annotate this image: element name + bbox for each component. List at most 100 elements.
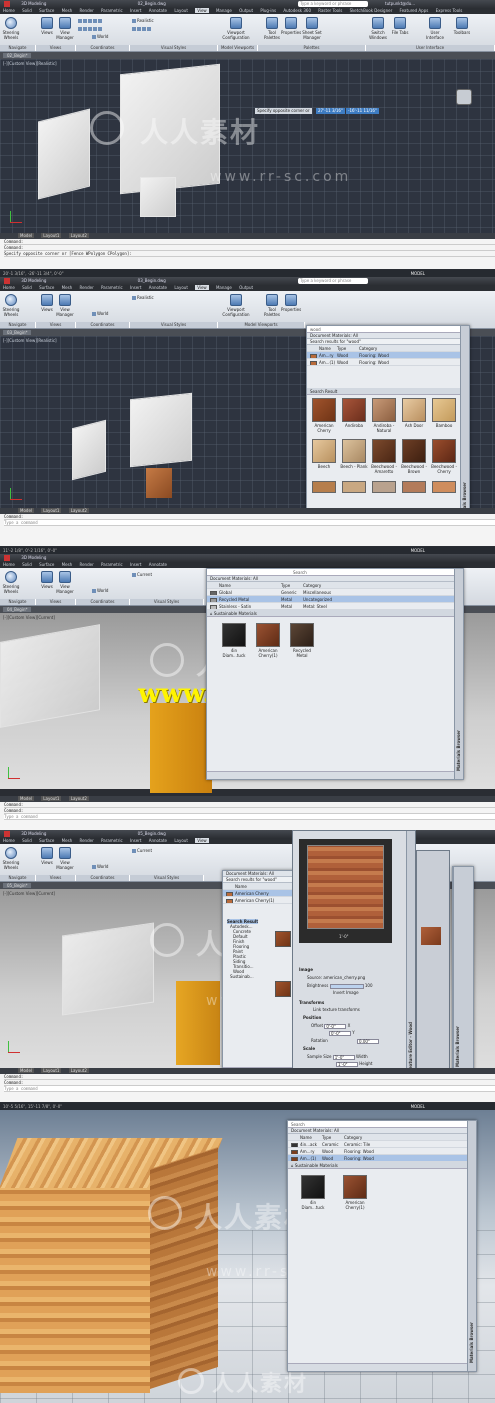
tab-model[interactable]: Model xyxy=(18,233,35,238)
viewport-label[interactable]: [-][Custom View][Current] xyxy=(3,891,55,896)
visual-style-select[interactable]: Current xyxy=(132,848,152,853)
sheet-set-manager-button[interactable]: Sheet Set Manager xyxy=(300,16,324,40)
materials-browser-titlebar[interactable]: Materials Browser xyxy=(467,1121,476,1371)
tab-parametric[interactable]: Parametric xyxy=(101,8,123,13)
autocad-logo-icon[interactable] xyxy=(4,278,10,284)
browser-footer-toolbar[interactable] xyxy=(288,1363,469,1371)
material-row[interactable]: Am...ry Wood Flooring: Wood xyxy=(307,352,469,359)
plane-object-small[interactable] xyxy=(72,419,106,481)
tab-layout1[interactable]: Layout1 xyxy=(41,796,62,801)
tab-autodesk360[interactable]: Autodesk 360 xyxy=(283,8,311,13)
link-transforms-checkbox[interactable]: Link texture transforms xyxy=(313,1007,360,1012)
tab-home[interactable]: Home xyxy=(3,285,15,290)
viewport-label[interactable]: [-][Custom View][Realistic] xyxy=(3,61,57,66)
tab-raster-tools[interactable]: Raster Tools xyxy=(318,8,342,13)
tab-layout[interactable]: Layout xyxy=(174,838,188,843)
material-row[interactable]: Am...(1) Wood Flooring: Wood xyxy=(288,1155,476,1162)
command-line-input[interactable]: Specify opposite corner or [Fence WPolyg… xyxy=(4,251,495,257)
tab-manage[interactable]: Manage xyxy=(216,8,232,13)
ucs-world-select[interactable]: World xyxy=(92,311,108,316)
section-position[interactable]: Position xyxy=(303,1015,321,1020)
tab-model[interactable]: Model xyxy=(18,508,35,513)
doc-tab[interactable]: 03_Begin* xyxy=(3,330,32,335)
tab-home[interactable]: Home xyxy=(3,562,15,567)
workspace-name[interactable]: 3D Modeling xyxy=(21,1,46,6)
swatch-unnamed[interactable] xyxy=(399,481,429,494)
tree-item[interactable]: Sustainab... xyxy=(227,974,258,979)
rotation-input[interactable]: 0.00° xyxy=(357,1038,380,1044)
viewport-label[interactable]: [-][Custom View][Realistic] xyxy=(3,338,57,343)
properties-button[interactable]: Properties xyxy=(281,16,301,40)
swatch-beech[interactable]: Beech xyxy=(309,439,339,469)
tab-insert[interactable]: Insert xyxy=(130,838,141,843)
column-category[interactable]: Category xyxy=(344,1134,362,1140)
user-interface-button[interactable]: User Interface xyxy=(425,16,445,40)
tab-layout1[interactable]: Layout1 xyxy=(41,508,62,513)
view-manager-button[interactable]: View Manager xyxy=(55,293,75,317)
file-tabs-button[interactable]: File Tabs xyxy=(390,16,410,40)
coord-y-input[interactable]: -16'-11 11/16" xyxy=(346,108,379,114)
ucs-world-select[interactable]: World xyxy=(92,588,108,593)
model-space-button[interactable]: MODEL xyxy=(411,270,425,277)
views-button[interactable]: Views xyxy=(37,293,57,317)
column-category[interactable]: Category xyxy=(359,345,377,351)
steering-wheels-button[interactable]: Steering Wheels xyxy=(1,846,21,870)
swatch-andiroba-natural[interactable]: Andiroba - Natural xyxy=(369,398,399,433)
tab-solid[interactable]: Solid xyxy=(22,838,32,843)
workspace-name[interactable]: 3D Modeling xyxy=(21,278,46,283)
swatch-unnamed[interactable] xyxy=(339,481,369,494)
swatch-american-cherry-1[interactable]: American Cherry(1) xyxy=(340,1175,370,1210)
swatch-andiroba[interactable]: Andiroba xyxy=(339,398,369,428)
material-row[interactable]: American Cherry xyxy=(223,890,297,897)
browser-footer-toolbar[interactable] xyxy=(207,771,456,779)
tab-manage[interactable]: Manage xyxy=(216,285,232,290)
swatch-american-cherry[interactable]: American Cherry xyxy=(309,398,339,433)
help-search-input[interactable]: Type a keyword or phrase xyxy=(298,278,368,284)
material-row[interactable]: 4in...ack Ceramic Ceramic: Tile xyxy=(288,1141,476,1148)
views-button[interactable]: Views xyxy=(37,16,57,40)
tab-view[interactable]: View xyxy=(195,8,209,13)
tab-insert[interactable]: Insert xyxy=(130,562,141,567)
section-scale[interactable]: Scale xyxy=(303,1046,315,1051)
tab-output[interactable]: Output xyxy=(239,8,253,13)
tab-solid[interactable]: Solid xyxy=(22,285,32,290)
plane-object-large[interactable] xyxy=(130,392,192,468)
materials-search-input[interactable]: Search xyxy=(288,1121,476,1128)
tab-parametric[interactable]: Parametric xyxy=(101,562,123,567)
tab-annotate[interactable]: Annotate xyxy=(149,562,167,567)
offset-y-input[interactable]: 0'-0" xyxy=(329,1030,351,1036)
width-input[interactable]: 1'-0" xyxy=(332,1054,355,1060)
steering-wheels-button[interactable]: Steering Wheels xyxy=(1,570,21,594)
rendered-wood-cube[interactable] xyxy=(0,1138,230,1398)
viewport-configuration-button[interactable]: Viewport Configuration xyxy=(222,16,250,40)
doc-tab[interactable]: 02_Begin* xyxy=(3,53,32,58)
ucs-icons-row[interactable] xyxy=(78,18,103,23)
viewport-3d[interactable]: [-][Custom View][Realistic] Specify oppo… xyxy=(0,59,495,233)
tab-output[interactable]: Output xyxy=(239,285,253,290)
tab-render[interactable]: Render xyxy=(79,8,93,13)
tab-annotate[interactable]: Annotate xyxy=(149,838,167,843)
invert-image-checkbox[interactable]: Invert Image xyxy=(333,990,359,995)
box-object[interactable] xyxy=(140,177,176,217)
brightness-slider[interactable] xyxy=(329,983,364,989)
tab-view[interactable]: View xyxy=(195,285,209,290)
switch-windows-button[interactable]: Switch Windows xyxy=(368,16,388,40)
tab-plugins[interactable]: Plug-ins xyxy=(260,8,276,13)
doc-tab[interactable]: 04_Begin* xyxy=(3,607,32,612)
column-type[interactable]: Type xyxy=(337,345,346,351)
views-button[interactable]: Views xyxy=(37,846,57,870)
plane-object-small[interactable] xyxy=(38,108,90,200)
library-header[interactable]: ⌂ Sustainable Materials xyxy=(207,610,463,617)
tab-solid[interactable]: Solid xyxy=(22,8,32,13)
workspace-name[interactable]: 3D Modeling xyxy=(21,831,46,836)
swatch-unnamed[interactable] xyxy=(309,481,339,494)
library-header[interactable]: Search Result xyxy=(307,388,469,395)
materials-search-input[interactable]: wood xyxy=(307,326,469,333)
material-row[interactable]: Am...ry Wood Flooring: Wood xyxy=(288,1148,476,1155)
tab-parametric[interactable]: Parametric xyxy=(101,285,123,290)
tool-palettes-button[interactable]: Tool Palettes xyxy=(262,16,282,40)
offset-x-input[interactable]: 0'-0" xyxy=(324,1023,347,1029)
column-name[interactable]: Name xyxy=(219,582,231,588)
tab-featured-apps[interactable]: Featured Apps xyxy=(400,8,429,13)
autocad-logo-icon[interactable] xyxy=(4,555,10,561)
